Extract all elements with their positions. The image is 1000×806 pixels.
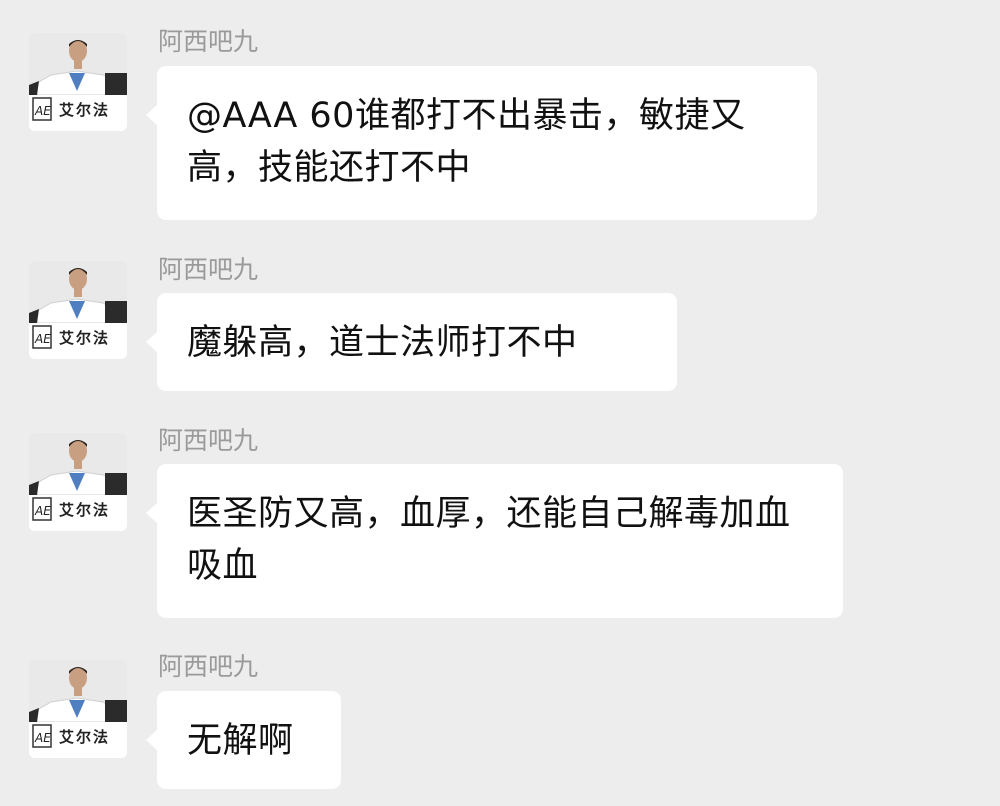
avatar[interactable]: AE 艾尔法 (29, 433, 127, 531)
avatar[interactable]: AE 艾尔法 (29, 261, 127, 359)
avatar-brand-text: 艾尔法 (59, 728, 111, 746)
message-bubble[interactable]: @AAA 60谁都打不出暴击，敏捷又高，技能还打不中 (146, 66, 817, 220)
message-bubble[interactable]: 无解啊 (146, 691, 341, 789)
svg-text:AE: AE (34, 104, 51, 118)
avatar-brand-text: 艾尔法 (59, 329, 111, 347)
message-bubble[interactable]: 医圣防又高，血厚，还能自己解毒加血吸血 (146, 464, 843, 618)
svg-text:AE: AE (34, 731, 51, 745)
message-bubble[interactable]: 魔躲高，道士法师打不中 (146, 293, 677, 391)
sender-name: 阿西吧九 (158, 255, 259, 284)
message-text: 医圣防又高，血厚，还能自己解毒加血吸血 (187, 494, 791, 586)
avatar[interactable]: AE 艾尔法 (29, 660, 127, 758)
avatar-brand-text: 艾尔法 (59, 101, 111, 119)
svg-text:AE: AE (34, 504, 51, 518)
message-text: @AAA 60谁都打不出暴击，敏捷又高，技能还打不中 (187, 96, 746, 188)
sender-name: 阿西吧九 (158, 27, 259, 56)
sender-name: 阿西吧九 (158, 652, 259, 681)
avatar[interactable]: AE 艾尔法 (29, 33, 127, 131)
message-text: 无解啊 (187, 721, 294, 761)
svg-text:AE: AE (34, 332, 51, 346)
avatar-brand-text: 艾尔法 (59, 501, 111, 519)
sender-name: 阿西吧九 (158, 426, 259, 455)
message-text: 魔躲高，道士法师打不中 (187, 323, 578, 363)
chat-screen: { "chat": { "messages": [ { "sender": "阿… (0, 0, 1000, 806)
